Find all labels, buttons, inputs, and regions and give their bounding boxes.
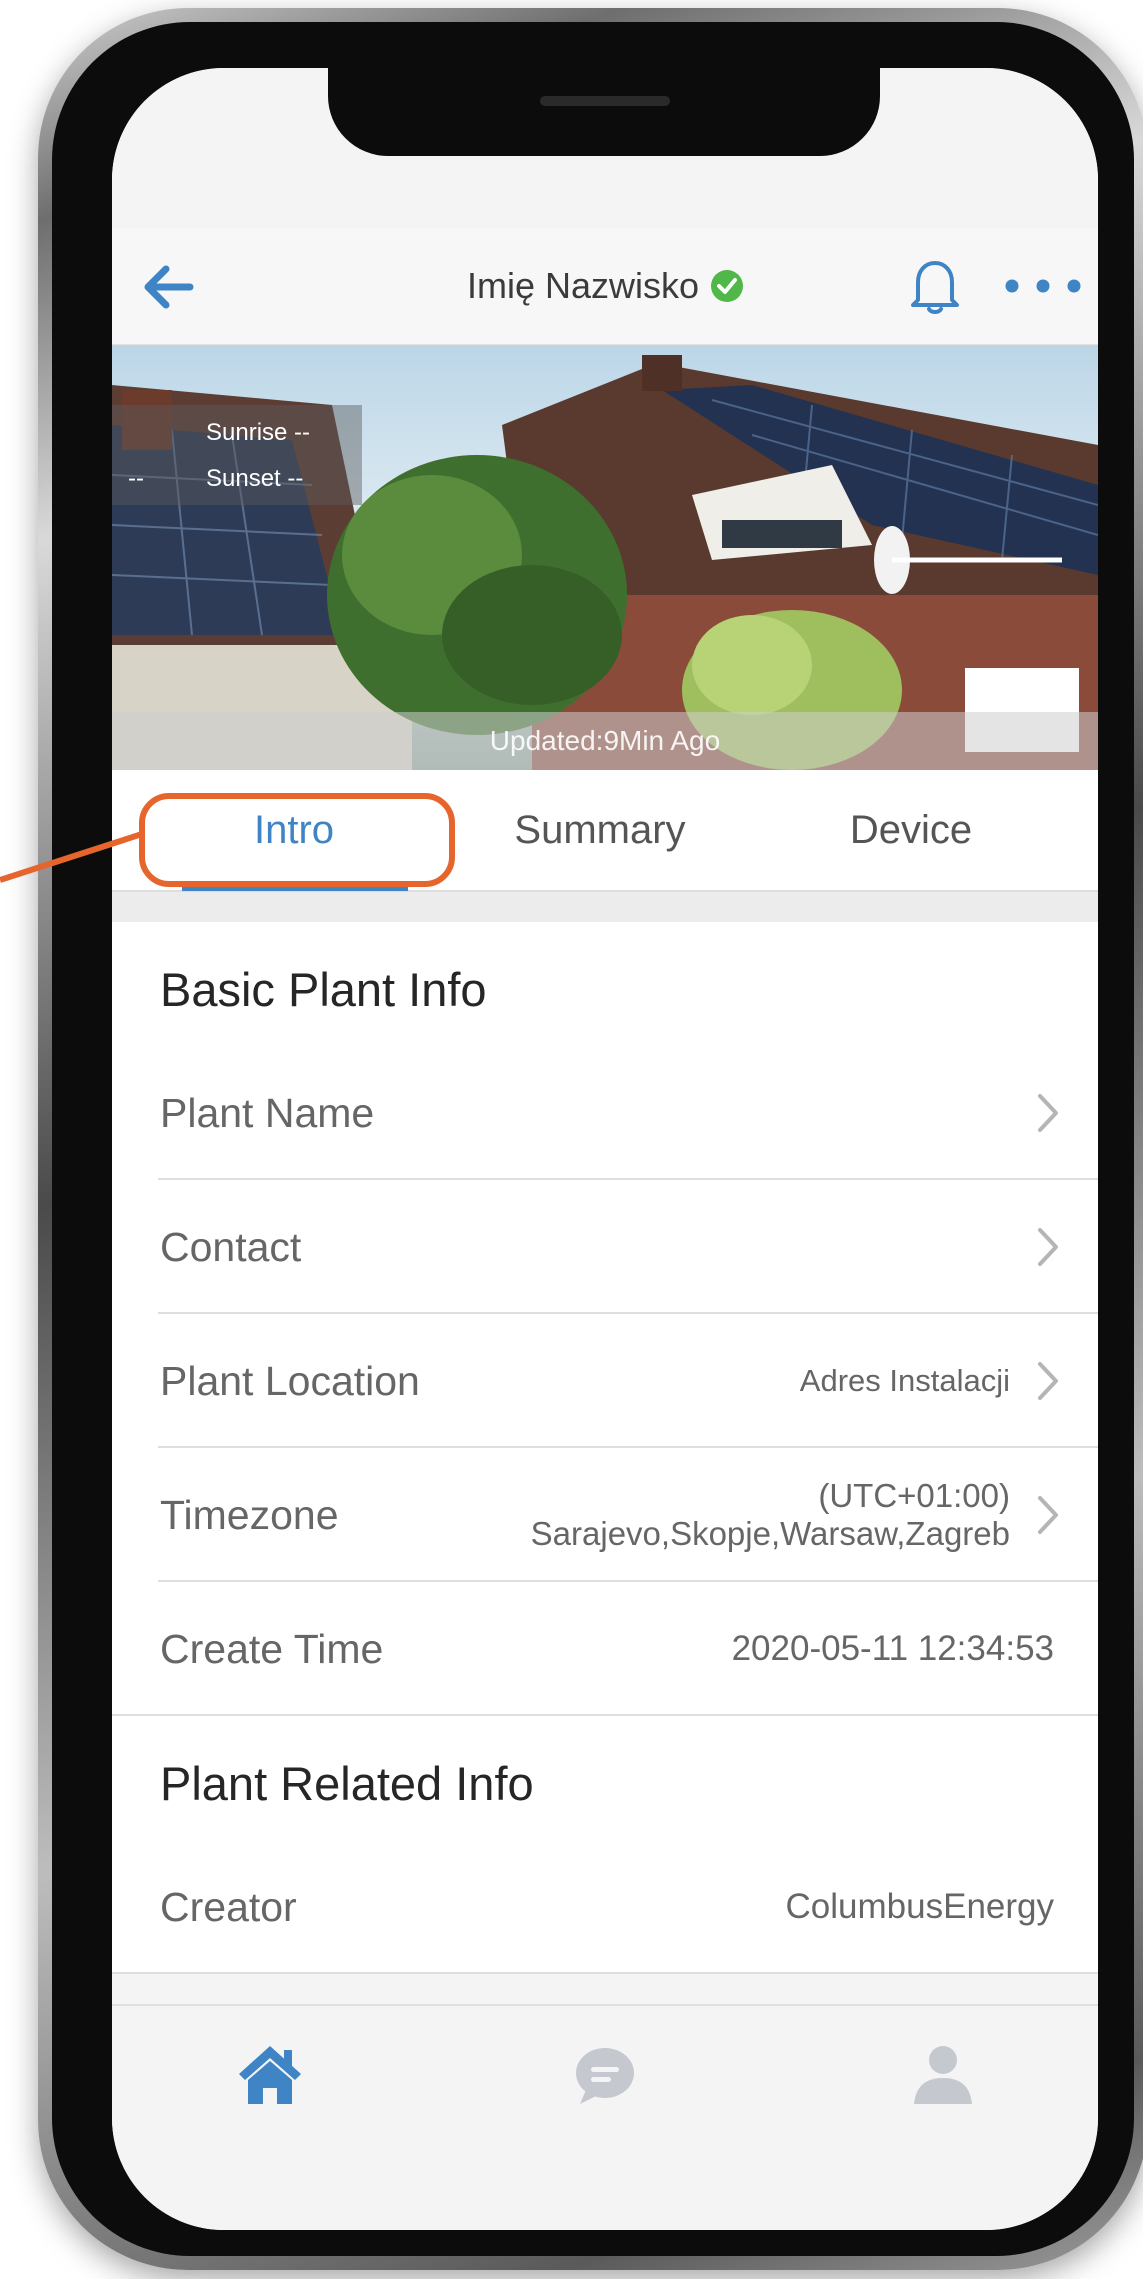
annotation-highlight-box (139, 793, 455, 887)
row-label: Plant Location (160, 1357, 420, 1404)
updated-text: Updated:9Min Ago (489, 725, 721, 756)
row-creator: Creator ColumbusEnergy (112, 1840, 1098, 1974)
row-label: Creator (160, 1883, 297, 1930)
chevron-right-icon (1038, 1094, 1058, 1132)
section-title-related: Plant Related Info (160, 1757, 534, 1810)
check-circle-icon (711, 270, 744, 302)
row-value: Adres Instalacji (799, 1363, 1010, 1398)
section-header-basic: Basic Plant Info (112, 922, 1098, 1048)
nav-home[interactable] (235, 2040, 305, 2110)
timezone-cities: Sarajevo,Skopje,Warsaw,Zagreb (530, 1515, 1010, 1552)
app-screen: Imię Nazwisko Sunrise -- -- Sunset -- 1/… (112, 68, 1098, 2230)
timezone-offset: (UTC+01:00) (818, 1477, 1010, 1514)
notifications-button[interactable] (908, 256, 962, 316)
annotation-pointer-line (0, 831, 143, 883)
row-value: 2020-05-11 12:34:53 (731, 1629, 1054, 1668)
page-title: Imię Nazwisko (466, 265, 700, 306)
updated-bar: Updated:9Min Ago (112, 712, 1098, 770)
row-value: (UTC+01:00) Sarajevo,Skopje,Warsaw,Zagre… (531, 1448, 1010, 1582)
row-label: Create Time (160, 1625, 384, 1672)
plant-photo-banner[interactable]: Sunrise -- -- Sunset -- 1/1 Updated:9Min… (112, 345, 1098, 770)
row-label: Contact (160, 1223, 302, 1270)
chevron-right-icon (1038, 1362, 1058, 1400)
section-gap (112, 892, 1098, 922)
chevron-right-icon (1038, 1496, 1058, 1534)
row-plant-location[interactable]: Plant Location Adres Instalacji (112, 1314, 1098, 1448)
photo-counter: 1/1 (1023, 673, 1068, 709)
home-icon (239, 2046, 301, 2104)
user-icon (914, 2046, 972, 2104)
phone-speaker (540, 96, 670, 106)
sunrise-text: Sunrise -- (206, 419, 311, 446)
section-title-basic: Basic Plant Info (160, 963, 487, 1016)
app-header: Imię Nazwisko (112, 228, 1098, 346)
row-label: Plant Name (160, 1089, 375, 1136)
row-contact[interactable]: Contact (112, 1180, 1098, 1314)
row-label: Timezone (160, 1491, 339, 1538)
more-dots-icon (1005, 279, 1081, 293)
row-timezone[interactable]: Timezone (UTC+01:00) Sarajevo,Skopje,War… (112, 1448, 1098, 1582)
phone-notch (328, 68, 880, 156)
tab-device[interactable]: Device (724, 770, 1098, 890)
bell-icon (911, 261, 959, 314)
sunset-text: Sunset -- (206, 465, 304, 492)
bottom-navigation (112, 2004, 1098, 2230)
row-create-time: Create Time 2020-05-11 12:34:53 (112, 1582, 1098, 1716)
more-options-button[interactable] (1002, 272, 1084, 300)
row-plant-name[interactable]: Plant Name (112, 1046, 1098, 1180)
chat-icon (576, 2048, 634, 2104)
nav-profile[interactable] (908, 2040, 978, 2110)
nav-messages[interactable] (570, 2040, 640, 2110)
chevron-right-icon (1038, 1228, 1058, 1266)
section-header-related: Plant Related Info (112, 1716, 1098, 1842)
row-value: ColumbusEnergy (785, 1887, 1054, 1926)
